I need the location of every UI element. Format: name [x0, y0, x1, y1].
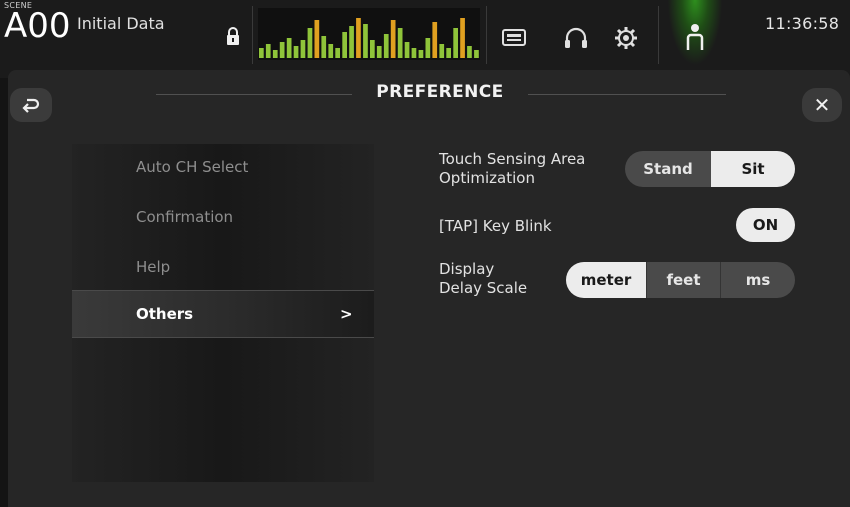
meter-bar: [439, 44, 445, 58]
meter-bar: [265, 44, 271, 58]
meter-bar: [314, 20, 320, 58]
recorder-icon[interactable]: [500, 24, 528, 52]
preference-panel: PREFERENCE ✕ Auto CH Select Confirmation: [8, 70, 850, 507]
option-ms[interactable]: ms: [721, 262, 795, 298]
back-button[interactable]: [10, 88, 52, 122]
meter-bar: [286, 38, 292, 58]
meter-bar: [272, 50, 278, 58]
meter-bar: [383, 34, 389, 58]
status-bar: SCENE A00 Initial Data 11:36:58: [0, 0, 850, 78]
meter-bar: [321, 36, 327, 58]
touch-sensing-selector[interactable]: Stand Sit: [625, 151, 795, 187]
category-menu: Auto CH Select Confirmation Help Others …: [72, 144, 374, 482]
meter-bar: [453, 28, 458, 58]
option-stand[interactable]: Stand: [625, 151, 711, 187]
meter-bar: [342, 32, 347, 58]
meter-bar: [397, 28, 403, 58]
close-button[interactable]: ✕: [802, 88, 842, 122]
meter-bar: [411, 48, 417, 58]
menu-item-label: Others: [136, 305, 194, 323]
scene-number[interactable]: A00: [4, 6, 71, 46]
meter-bar: [279, 42, 285, 58]
menu-item-label: Help: [136, 258, 171, 276]
meter-bar: [418, 50, 424, 58]
meter-bar: [390, 20, 396, 58]
option-meter[interactable]: meter: [566, 262, 646, 298]
meter-bar: [467, 46, 472, 58]
meter-bar: [474, 50, 479, 58]
meter-bar: [460, 18, 465, 58]
scene-name[interactable]: Initial Data: [77, 14, 165, 33]
tap-key-blink-label: [TAP] Key Blink: [439, 217, 552, 235]
panel-header: PREFERENCE ✕: [8, 70, 850, 124]
divider: [252, 6, 253, 64]
tap-key-blink-toggle[interactable]: ON: [736, 208, 795, 242]
meter-bar: [259, 48, 264, 58]
meter-bar: [363, 24, 368, 58]
chevron-right-icon: >: [340, 305, 353, 323]
user-icon: [686, 24, 704, 50]
lock-icon[interactable]: [225, 26, 241, 46]
meter-bar: [370, 40, 375, 58]
option-feet[interactable]: feet: [647, 262, 720, 298]
delay-scale-selector[interactable]: meter feet ms: [566, 262, 795, 298]
meter-bar: [335, 48, 340, 58]
meter-bar: [328, 44, 334, 58]
option-sit[interactable]: Sit: [711, 151, 795, 187]
meter-bar: [432, 22, 438, 58]
touch-sensing-label: Touch Sensing Area Optimization: [439, 150, 586, 187]
divider: [486, 6, 487, 64]
meter-bar: [349, 26, 354, 58]
meter-bar: [376, 46, 382, 58]
gear-icon[interactable]: [612, 24, 640, 52]
title-rule-left: [156, 94, 352, 95]
level-meters[interactable]: [258, 8, 480, 60]
close-icon: ✕: [813, 93, 831, 117]
clock: 11:36:58: [765, 14, 840, 33]
meter-bar: [404, 42, 410, 58]
page-title: PREFERENCE: [376, 82, 504, 102]
divider: [658, 6, 659, 64]
user-button[interactable]: [664, 0, 726, 74]
menu-item-label: Auto CH Select: [136, 158, 249, 176]
menu-item-auto-ch-select[interactable]: Auto CH Select: [72, 144, 374, 190]
meter-bar: [300, 40, 306, 58]
menu-item-confirmation[interactable]: Confirmation: [72, 194, 374, 240]
meter-bar: [356, 18, 361, 58]
meter-bar: [425, 38, 431, 58]
menu-item-label: Confirmation: [136, 208, 234, 226]
back-arrow-icon: [22, 98, 40, 113]
menu-item-help[interactable]: Help: [72, 244, 374, 290]
headphones-icon[interactable]: [562, 24, 590, 52]
meter-bar: [293, 46, 299, 58]
menu-item-others[interactable]: Others >: [72, 290, 374, 338]
meter-bar: [446, 48, 451, 58]
title-rule-right: [528, 94, 726, 95]
mixer-screen: SCENE A00 Initial Data 11:36:58 PREFEREN…: [0, 0, 850, 507]
meter-bar: [307, 28, 313, 58]
delay-scale-label: Display Delay Scale: [439, 260, 528, 297]
